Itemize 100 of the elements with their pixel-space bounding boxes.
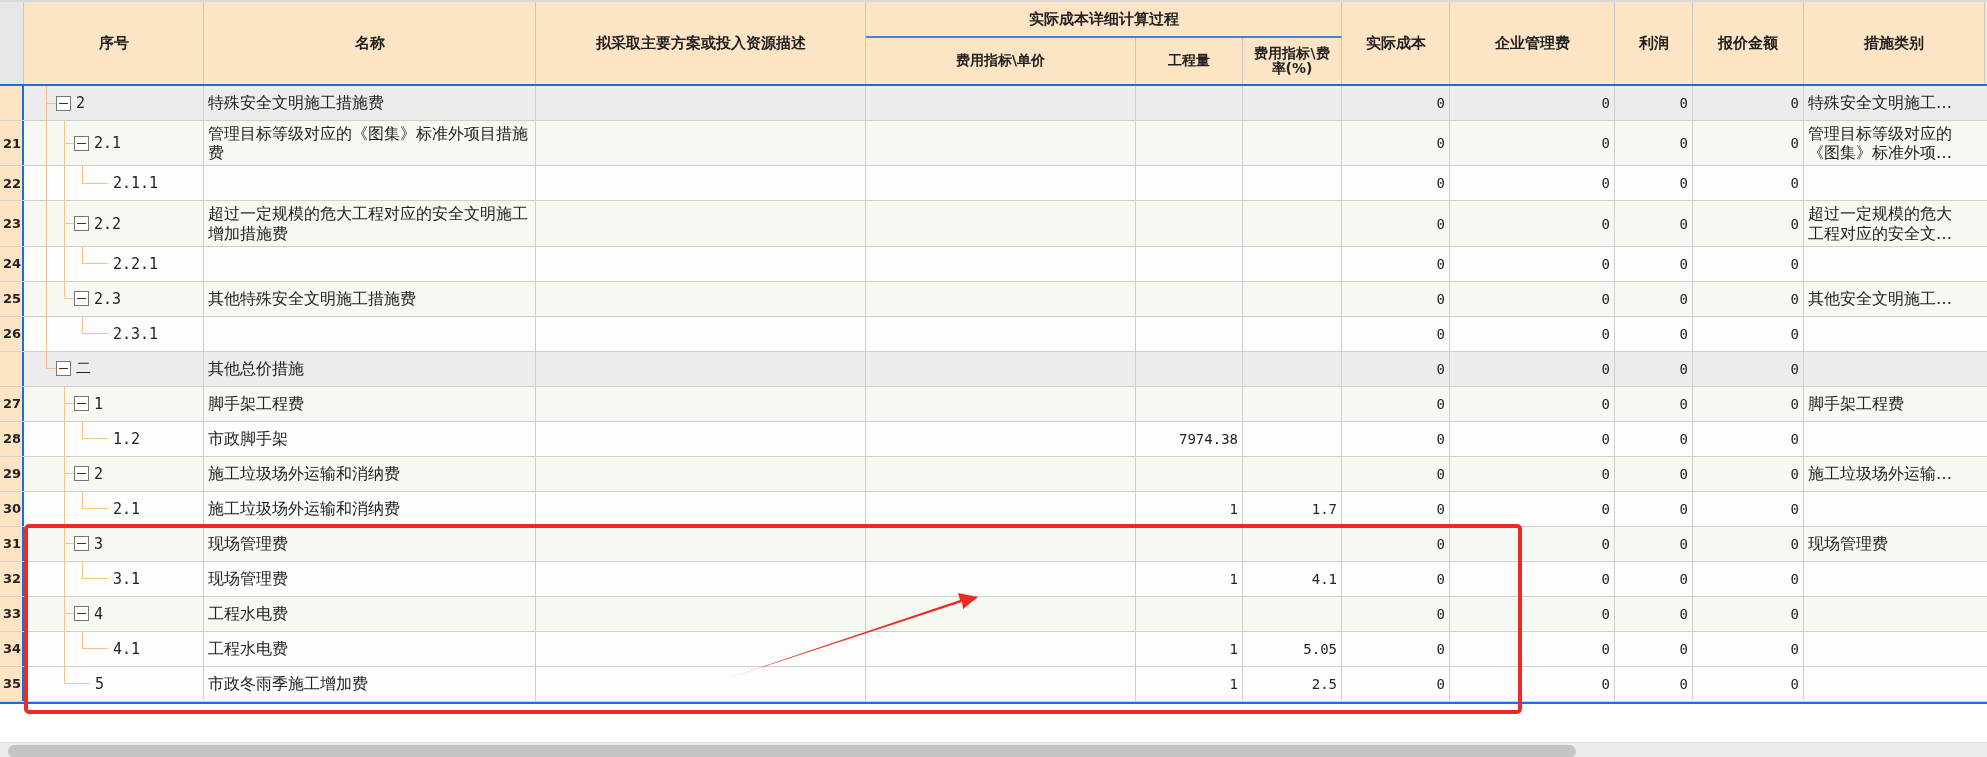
sequence-number: 1 — [94, 394, 104, 413]
row-header[interactable]: 24 — [0, 246, 24, 281]
table-cell: 其他总价措施 — [208, 359, 304, 379]
collapse-icon[interactable] — [74, 396, 89, 412]
table-cell: 0 — [1679, 605, 1688, 622]
table-cell: 0 — [1679, 135, 1688, 152]
table-cell: 0 — [1790, 675, 1799, 692]
collapse-icon[interactable] — [56, 361, 71, 377]
table-cell: 0 — [1436, 290, 1445, 307]
row-header[interactable] — [0, 351, 24, 386]
table-cell: 特殊安全文明施工措施费 — [208, 93, 384, 113]
table-cell: 2.5 — [1311, 675, 1337, 692]
table-cell: 现场管理费 — [208, 569, 288, 589]
table-cell: 0 — [1436, 175, 1445, 192]
table-cell: 0 — [1601, 605, 1610, 622]
table-cell: 0 — [1436, 605, 1445, 622]
collapse-icon[interactable] — [74, 291, 89, 307]
table-cell: 0 — [1601, 255, 1610, 272]
table-cell: 工程水电费 — [208, 604, 288, 624]
table-cell: 0 — [1436, 325, 1445, 342]
table-cell: 工程水电费 — [208, 639, 288, 659]
row-header[interactable]: 33 — [0, 596, 24, 631]
table-cell: 0 — [1436, 500, 1445, 517]
table-cell: 0 — [1679, 465, 1688, 482]
column-header[interactable]: 名称 — [204, 2, 536, 84]
column-header[interactable]: 序号 — [24, 2, 204, 84]
column-header[interactable]: 费用指标\单价 — [866, 38, 1136, 84]
table-cell: 1 — [1229, 570, 1238, 587]
table-cell: 脚手架工程费 — [1808, 394, 1904, 414]
table-cell-text: 超过一定规模的危大工程对应的安全文明施工增加措施费 — [208, 204, 529, 243]
table-cell: 0 — [1679, 640, 1688, 657]
collapse-icon[interactable] — [74, 606, 89, 622]
table-cell: 现场管理费 — [208, 534, 288, 554]
collapse-icon[interactable] — [74, 135, 89, 151]
table-cell: 0 — [1679, 430, 1688, 447]
table-cell: 0 — [1601, 360, 1610, 377]
column-header[interactable]: 工程量 — [1136, 38, 1243, 84]
table-cell: 其他特殊安全文明施工措施费 — [208, 289, 416, 309]
table-cell: 5.05 — [1303, 640, 1337, 657]
table-cell: 0 — [1436, 95, 1445, 111]
table-cell-text: 管理目标等级对应的《图集》标准外项目措施费 — [208, 124, 529, 163]
table-cell: 0 — [1436, 395, 1445, 412]
collapse-icon[interactable] — [74, 466, 89, 482]
table-cell: 0 — [1601, 95, 1610, 111]
row-header[interactable]: 26 — [0, 316, 24, 351]
sequence-number: 4.1 — [113, 639, 141, 658]
sequence-number: 2.2.1 — [113, 254, 159, 273]
table-cell: 0 — [1790, 360, 1799, 377]
column-header[interactable]: 企业管理费 — [1450, 2, 1615, 84]
row-header[interactable]: 25 — [0, 281, 24, 316]
table-cell: 0 — [1601, 325, 1610, 342]
row-header[interactable] — [0, 86, 24, 120]
row-header[interactable]: 27 — [0, 386, 24, 421]
sequence-number: 2.3 — [94, 289, 122, 308]
table-cell: 0 — [1679, 675, 1688, 692]
column-header[interactable]: 利润 — [1615, 2, 1693, 84]
column-header[interactable]: 报价金额 — [1693, 2, 1804, 84]
column-header[interactable]: 措施类别 — [1804, 2, 1985, 84]
sequence-number: 2.2 — [94, 214, 122, 233]
scrollbar-thumb[interactable] — [8, 744, 1576, 757]
table-cell: 市政冬雨季施工增加费 — [208, 674, 368, 694]
row-header[interactable]: 28 — [0, 421, 24, 456]
row-header[interactable]: 23 — [0, 201, 24, 246]
table-cell: 0 — [1679, 500, 1688, 517]
table-cell: 0 — [1436, 675, 1445, 692]
row-header[interactable]: 35 — [0, 666, 24, 701]
collapse-icon[interactable] — [56, 95, 71, 111]
row-header[interactable]: 29 — [0, 456, 24, 491]
table-cell: 0 — [1601, 215, 1610, 232]
row-header[interactable]: 34 — [0, 631, 24, 666]
column-header[interactable]: 实际成本 — [1342, 2, 1450, 84]
table-cell: 0 — [1601, 640, 1610, 657]
column-header[interactable]: 实际成本详细计算过程 — [866, 2, 1342, 38]
table-cell: 0 — [1436, 135, 1445, 152]
table-cell: 0 — [1601, 430, 1610, 447]
row-header[interactable]: 30 — [0, 491, 24, 526]
table-cell: 0 — [1790, 215, 1799, 232]
row-header[interactable]: 21 — [0, 121, 24, 166]
table-cell: 0 — [1790, 640, 1799, 657]
sequence-number: 4 — [94, 604, 104, 623]
column-header[interactable]: 拟采取主要方案或投入资源描述 — [536, 2, 866, 84]
table-cell: 4.1 — [1311, 570, 1337, 587]
horizontal-scrollbar[interactable] — [0, 741, 1987, 757]
row-header[interactable]: 22 — [0, 166, 24, 201]
table-cell: 1 — [1229, 500, 1238, 517]
collapse-icon[interactable] — [74, 216, 89, 232]
row-header[interactable]: 32 — [0, 561, 24, 596]
table-cell: 1 — [1229, 640, 1238, 657]
row-header[interactable]: 31 — [0, 526, 24, 561]
table-cell: 施工垃圾场外运输和消纳费 — [208, 499, 400, 519]
table-cell: 0 — [1679, 95, 1688, 111]
table-cell: 0 — [1436, 360, 1445, 377]
table-cell: 0 — [1790, 135, 1799, 152]
column-header[interactable]: 费用指标\费率(%) — [1243, 38, 1342, 84]
table-cell: 0 — [1679, 255, 1688, 272]
collapse-icon[interactable] — [74, 536, 89, 552]
table-cell-text: 管理目标等级对应的《图集》标准外项… — [1808, 124, 1953, 163]
table-cell: 施工垃圾场外运输和消纳费 — [208, 464, 400, 484]
table-cell: 0 — [1436, 255, 1445, 272]
table-cell: 0 — [1436, 430, 1445, 447]
